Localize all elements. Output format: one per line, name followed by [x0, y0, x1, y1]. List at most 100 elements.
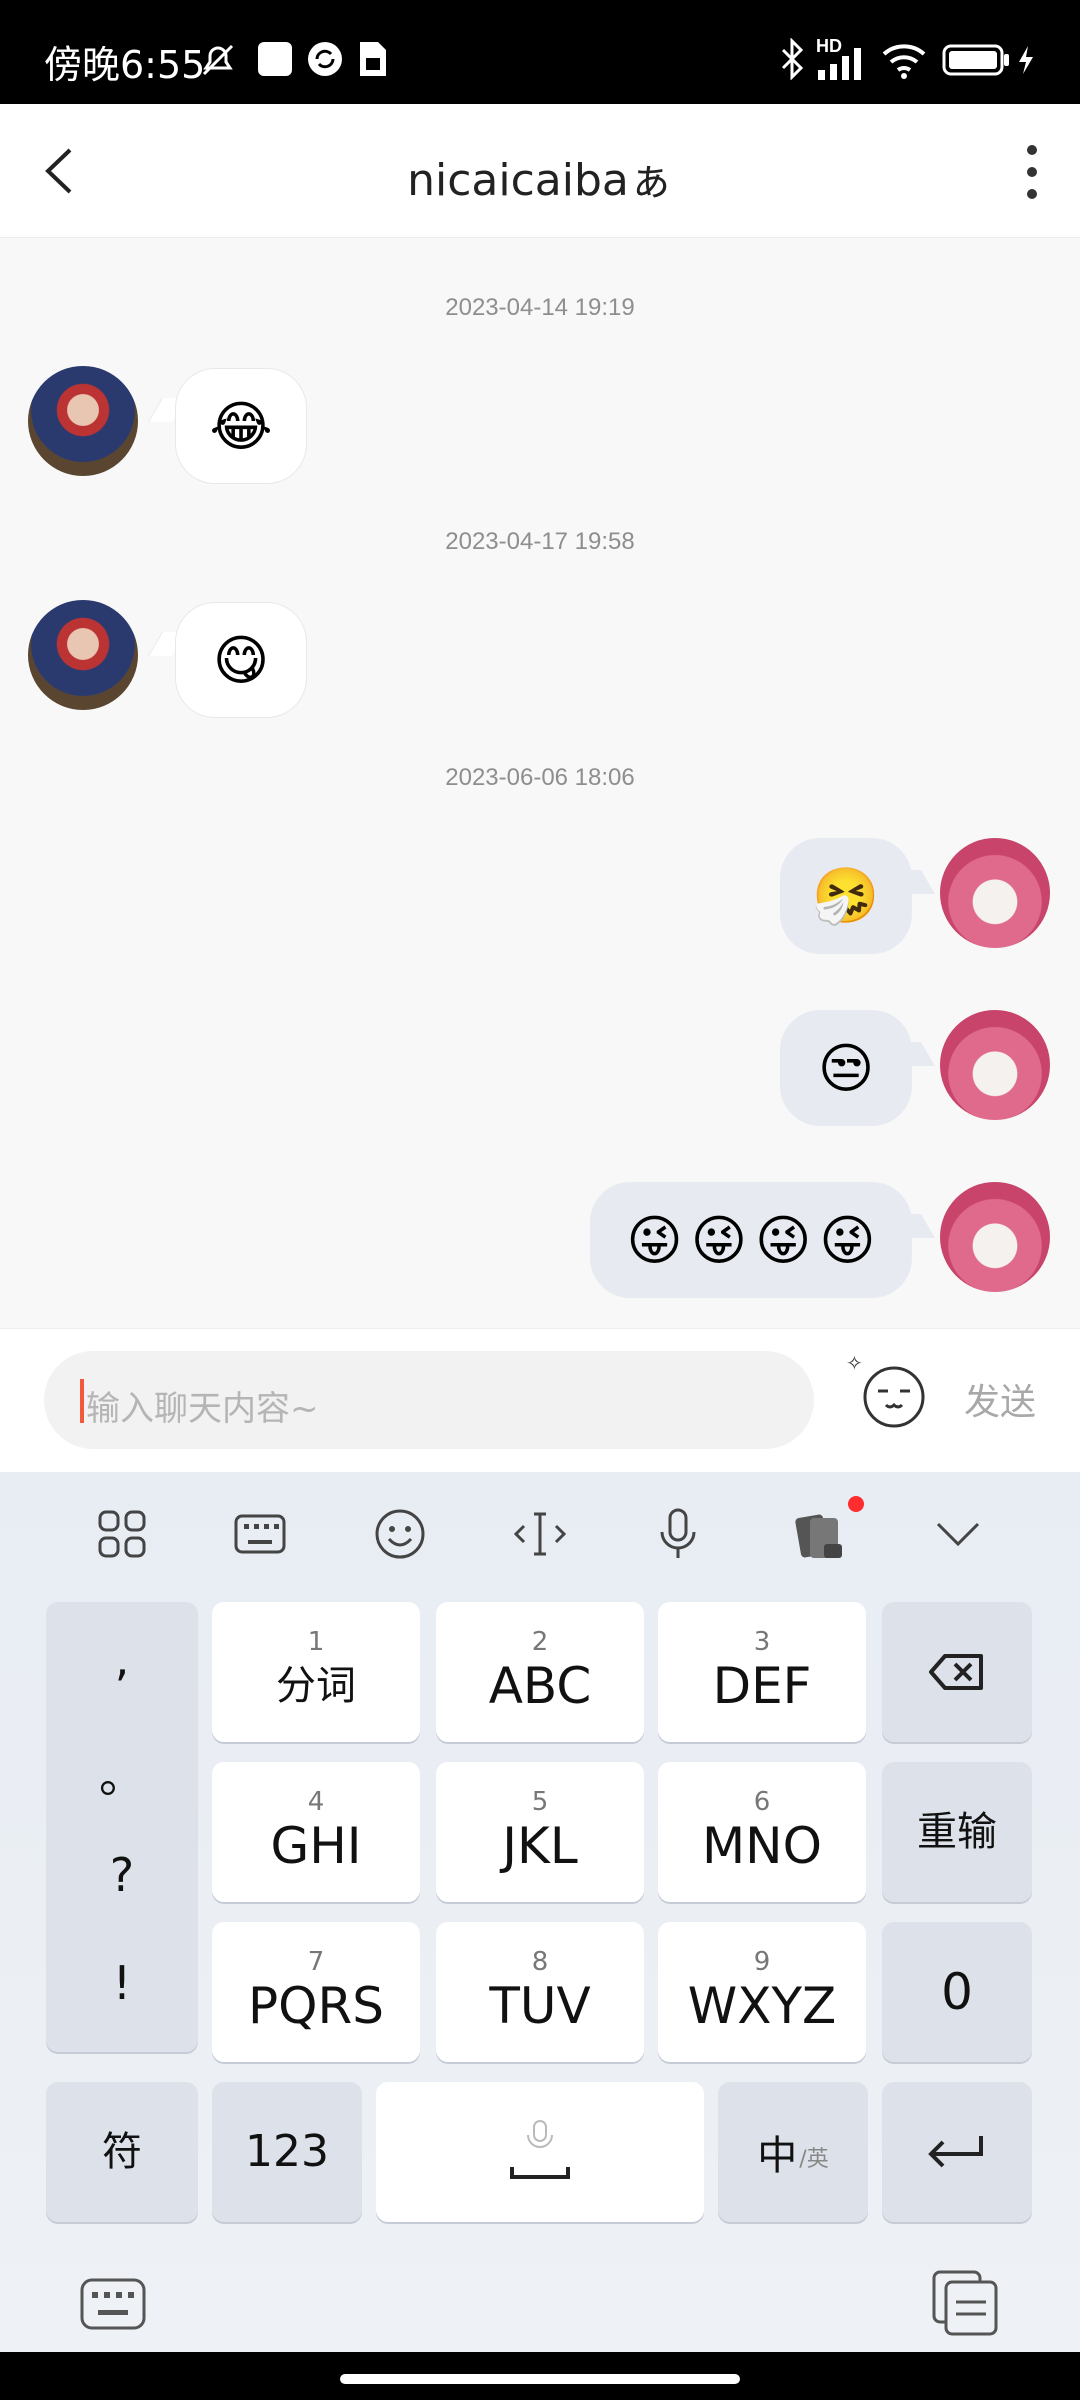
- key-8[interactable]: 8 TUV: [436, 1922, 644, 2062]
- symbol-key[interactable]: 符: [46, 2082, 198, 2222]
- keyboard-layout-icon[interactable]: [232, 1506, 288, 1562]
- key-label: 重输: [917, 1809, 997, 1855]
- key-number: 6: [753, 1787, 771, 1817]
- message-timestamp: 2023-04-14 19:19: [445, 294, 635, 321]
- key-label: WXYZ: [687, 1977, 837, 2035]
- language-switch-key[interactable]: 中 /英: [718, 2082, 868, 2222]
- space-mic-icon: [510, 2120, 570, 2179]
- key-label: GHI: [270, 1817, 362, 1875]
- emoji: 😒: [817, 1038, 875, 1099]
- key-label: JKL: [502, 1817, 578, 1875]
- enter-key[interactable]: [882, 2082, 1032, 2222]
- key-label: DEF: [712, 1657, 812, 1715]
- sync-icon: [308, 42, 342, 76]
- app-notification-icon: [258, 42, 292, 76]
- send-button[interactable]: 发送: [964, 1373, 1036, 1425]
- key-9[interactable]: 9 WXYZ: [658, 1922, 866, 2062]
- cursor-move-icon[interactable]: [512, 1506, 568, 1562]
- signal-icon: [818, 48, 861, 80]
- punct-period[interactable]: 。: [46, 1740, 198, 1806]
- battery-icon: [942, 44, 1009, 76]
- key-2[interactable]: 2 ABC: [436, 1602, 644, 1742]
- key-label: PQRS: [248, 1977, 384, 2035]
- keyboard-toolbar: [0, 1472, 1080, 1592]
- my-avatar[interactable]: [940, 838, 1050, 948]
- text-caret: [80, 1379, 84, 1423]
- message-input-bar: 输入聊天内容~ ✧ 发送: [0, 1328, 1080, 1472]
- key-1[interactable]: 1 分词: [212, 1602, 420, 1742]
- more-options-icon[interactable]: [1022, 144, 1042, 200]
- emoji: 😜: [690, 1210, 747, 1271]
- message-bubble-incoming[interactable]: 😋: [175, 602, 307, 718]
- message-timestamp: 2023-04-17 19:58: [445, 528, 635, 555]
- keyboard-switch-icon[interactable]: [78, 2274, 148, 2334]
- key-3[interactable]: 3 DEF: [658, 1602, 866, 1742]
- message-bubble-outgoing[interactable]: 😒: [780, 1010, 912, 1126]
- punctuation-column[interactable]: , 。 ? !: [46, 1602, 198, 2052]
- numeric-key[interactable]: 123: [212, 2082, 362, 2222]
- key-label: 符: [102, 2129, 142, 2175]
- my-avatar[interactable]: [940, 1182, 1050, 1292]
- key-0[interactable]: 0: [882, 1922, 1032, 2062]
- emoji: 😂: [209, 396, 273, 457]
- key-7[interactable]: 7 PQRS: [212, 1922, 420, 2062]
- key-5[interactable]: 5 JKL: [436, 1762, 644, 1902]
- space-key[interactable]: [376, 2082, 704, 2222]
- bluetooth-icon: [781, 38, 804, 80]
- emoji: 🤧: [812, 865, 880, 926]
- key-label: 123: [245, 2126, 329, 2177]
- key-number: 9: [753, 1947, 771, 1977]
- emoji-keyboard-icon[interactable]: [372, 1506, 428, 1562]
- emoji: 😜: [626, 1210, 683, 1271]
- input-placeholder: 输入聊天内容~: [86, 1389, 319, 1429]
- apps-grid-icon[interactable]: [94, 1506, 150, 1562]
- enter-icon: [928, 2136, 983, 2168]
- emoji-picker-icon[interactable]: [862, 1365, 926, 1429]
- wifi-icon: [882, 44, 926, 79]
- collapse-keyboard-icon[interactable]: [930, 1506, 986, 1562]
- emoji: 😜: [755, 1210, 812, 1271]
- message-timestamp: 2023-06-06 18:06: [445, 764, 635, 791]
- chat-title: nicaicaibaぁ: [407, 155, 673, 206]
- punct-question[interactable]: ?: [46, 1848, 198, 1902]
- punct-comma[interactable]: ,: [46, 1632, 198, 1686]
- mute-icon: [202, 44, 234, 76]
- key-label: TUV: [489, 1977, 591, 2035]
- key-sublabel: /英: [799, 2147, 829, 2172]
- backspace-icon: [929, 1654, 983, 1690]
- message-bubble-outgoing[interactable]: 😜 😜 😜 😜: [590, 1182, 912, 1298]
- key-number: 5: [531, 1787, 549, 1817]
- sim-icon: [360, 42, 386, 76]
- my-avatar[interactable]: [940, 1010, 1050, 1120]
- backspace-key[interactable]: [882, 1602, 1032, 1742]
- card-ad-icon[interactable]: [790, 1506, 850, 1562]
- key-number: 3: [753, 1627, 771, 1657]
- emoji: 😜: [819, 1210, 876, 1271]
- key-number: 8: [531, 1947, 549, 1977]
- chat-header: nicaicaibaぁ: [0, 104, 1080, 238]
- reinput-key[interactable]: 重输: [882, 1762, 1032, 1902]
- key-number: 4: [307, 1787, 325, 1817]
- microphone-icon[interactable]: [650, 1506, 706, 1562]
- notification-dot: [848, 1496, 864, 1512]
- clipboard-icon[interactable]: [930, 2268, 1000, 2338]
- message-input[interactable]: 输入聊天内容~: [44, 1351, 814, 1449]
- key-label: 中: [757, 2133, 798, 2179]
- message-list: 2023-04-14 19:19 😂 2023-04-17 19:58 😋 20…: [0, 238, 1080, 1328]
- sparkle-icon: ✧: [846, 1353, 863, 1375]
- punct-exclaim[interactable]: !: [46, 1956, 198, 2010]
- key-label: MNO: [702, 1817, 822, 1875]
- home-indicator[interactable]: [340, 2374, 740, 2384]
- key-label: ABC: [488, 1657, 592, 1715]
- key-6[interactable]: 6 MNO: [658, 1762, 866, 1902]
- contact-avatar[interactable]: [28, 366, 138, 476]
- contact-avatar[interactable]: [28, 600, 138, 710]
- ime-keyboard: , 。 ? ! 1 分词 2 ABC 3 DEF 4 GHI 5 JKL 6 M…: [0, 1472, 1080, 2352]
- key-number: 1: [307, 1627, 325, 1657]
- charging-icon: [1019, 46, 1033, 74]
- key-label: 分词: [276, 1663, 356, 1709]
- status-bar: 傍晚6:55 HD: [0, 0, 1080, 104]
- message-bubble-outgoing[interactable]: 🤧: [780, 838, 912, 954]
- message-bubble-incoming[interactable]: 😂: [175, 368, 307, 484]
- key-4[interactable]: 4 GHI: [212, 1762, 420, 1902]
